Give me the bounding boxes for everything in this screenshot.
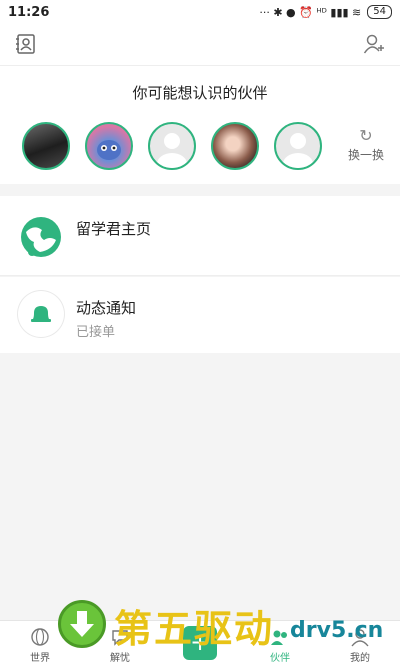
section-title: 你可能想认识的伙伴 [132, 84, 268, 102]
tab-label: 世界 [30, 653, 50, 664]
avatar[interactable] [274, 122, 322, 170]
bell-icon [18, 291, 64, 337]
signal-icons: ··· ✱ ● ⏰ ᴴᴰ ▮▮▮ ≋ [259, 5, 362, 19]
status-icons: ··· ✱ ● ⏰ ᴴᴰ ▮▮▮ ≋ 54 [259, 5, 392, 19]
avatar[interactable] [211, 122, 259, 170]
post-button[interactable]: + [183, 626, 217, 660]
globe-icon [31, 628, 49, 646]
tab-label: 解忧 [110, 653, 130, 664]
refresh-button[interactable]: ↻ 换一换 [346, 128, 386, 163]
tab-label: 我的 [350, 653, 370, 664]
tab-partner[interactable]: 伙伴 [250, 621, 310, 666]
status-bar: 11:26 ··· ✱ ● ⏰ ᴴᴰ ▮▮▮ ≋ 54 [0, 0, 400, 24]
refresh-icon: ↻ [359, 126, 373, 145]
list-item-home-page[interactable]: 留学君主页 [0, 196, 400, 276]
list-item-subtitle: 已接单 [76, 325, 116, 340]
tab-worries[interactable]: 解忧 [90, 621, 150, 666]
avatar[interactable] [22, 122, 70, 170]
list-item-notifications[interactable]: 动态通知 已接单 [0, 277, 400, 353]
globe-logo-icon [18, 214, 64, 260]
avatar-list [22, 122, 322, 170]
tab-label: 伙伴 [270, 653, 290, 664]
status-time: 11:26 [8, 4, 50, 20]
suggested-partners-section: 你可能想认识的伙伴 ↻ 换一换 [0, 66, 400, 184]
avatar[interactable] [148, 122, 196, 170]
contacts-book-icon[interactable] [14, 32, 38, 56]
chat-icon [112, 630, 128, 646]
user-icon [351, 629, 369, 647]
partner-icon [271, 630, 287, 645]
list-item-title: 动态通知 [76, 299, 137, 317]
tab-world[interactable]: 世界 [10, 621, 70, 666]
avatar[interactable] [85, 122, 133, 170]
top-bar [0, 24, 400, 66]
add-friend-icon[interactable] [362, 32, 386, 56]
tab-me[interactable]: 我的 [330, 621, 390, 666]
refresh-label: 换一换 [347, 148, 384, 162]
list-item-title: 留学君主页 [76, 220, 152, 238]
battery-icon: 54 [367, 5, 392, 19]
